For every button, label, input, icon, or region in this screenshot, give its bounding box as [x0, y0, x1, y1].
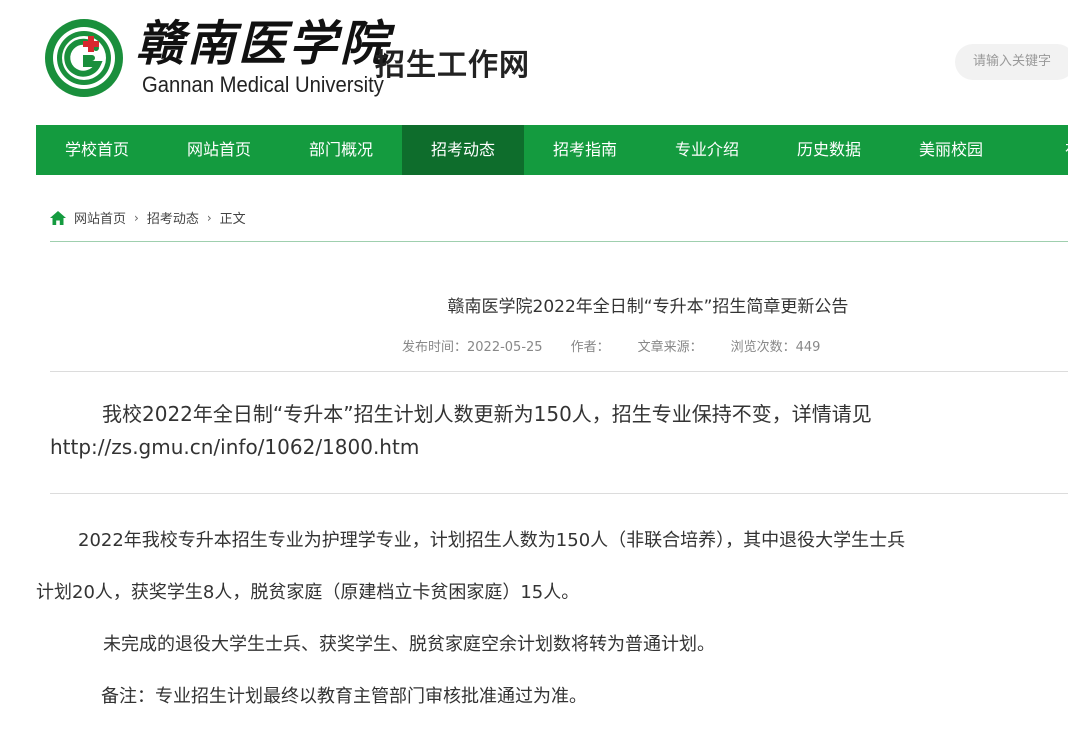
nav-item-admission-guide[interactable]: 招考指南: [524, 125, 646, 175]
article-source: 文章来源：: [637, 340, 703, 355]
breadcrumb-home-link[interactable]: 网站首页: [74, 208, 126, 227]
view-count: 浏览次数：449: [730, 340, 821, 355]
nav-item-majors[interactable]: 专业介绍: [646, 125, 768, 175]
article-title: 赣南医学院2022年全日制“专升本”招生简章更新公告: [447, 297, 849, 317]
notice-text: 我校2022年全日制“专升本”招生计划人数更新为150人，招生专业保持不变，详情…: [102, 402, 872, 426]
university-emblem-icon[interactable]: [44, 18, 124, 98]
nav-item-more[interactable]: 在: [1012, 125, 1068, 175]
breadcrumb: 网站首页 › 招考动态 › 正文: [50, 208, 246, 227]
author: 作者：: [570, 340, 610, 355]
breadcrumb-divider: [50, 241, 1068, 242]
breadcrumb-separator: ›: [134, 210, 139, 225]
paragraph-1-line-2: 计划20人，获奖学生8人，脱贫家庭（原建档立卡贫困家庭）15人。: [36, 582, 580, 603]
meta-divider: [50, 371, 1068, 372]
search-input[interactable]: 请输入关键字: [955, 44, 1068, 80]
nav-item-school-home[interactable]: 学校首页: [36, 125, 158, 175]
nav-item-history-data[interactable]: 历史数据: [768, 125, 890, 175]
nav-item-admission-news[interactable]: 招考动态: [402, 125, 524, 175]
breadcrumb-section-link[interactable]: 招考动态: [147, 208, 199, 227]
search-placeholder: 请输入关键字: [973, 54, 1052, 69]
logo-chinese-name[interactable]: 赣南医学院: [136, 14, 391, 74]
main-nav: 学校首页 网站首页 部门概况 招考动态 招考指南 专业介绍 历史数据 美丽校园 …: [36, 125, 1068, 175]
breadcrumb-separator: ›: [206, 210, 212, 225]
article-meta: 发布时间：2022-05-25 作者： 文章来源： 浏览次数：449: [402, 336, 820, 355]
update-notice: 我校2022年全日制“专升本”招生计划人数更新为150人，招生专业保持不变，详情…: [50, 398, 1050, 464]
logo-english-name[interactable]: Gannan Medical University: [142, 72, 384, 98]
nav-item-department[interactable]: 部门概况: [280, 125, 402, 175]
publish-time: 发布时间：2022-05-25: [402, 340, 543, 355]
site-header: 赣南医学院 Gannan Medical University 招生工作网 请输…: [0, 0, 1068, 125]
breadcrumb-current: 正文: [219, 212, 246, 227]
nav-item-campus[interactable]: 美丽校园: [890, 125, 1012, 175]
home-icon: [50, 210, 66, 225]
paragraph-3: 备注：专业招生计划最终以教育主管部门审核批准通过为准。: [101, 686, 587, 707]
site-name: 招生工作网: [375, 48, 530, 83]
notice-link[interactable]: http://zs.gmu.cn/info/1062/1800.htm: [50, 435, 419, 459]
nav-item-site-home[interactable]: 网站首页: [158, 125, 280, 175]
paragraph-1-line-1: 2022年我校专升本招生专业为护理学专业，计划招生人数为150人（非联合培养），…: [78, 530, 906, 551]
notice-divider: [50, 493, 1068, 494]
paragraph-2: 未完成的退役大学生士兵、获奖学生、脱贫家庭空余计划数将转为普通计划。: [103, 634, 715, 655]
